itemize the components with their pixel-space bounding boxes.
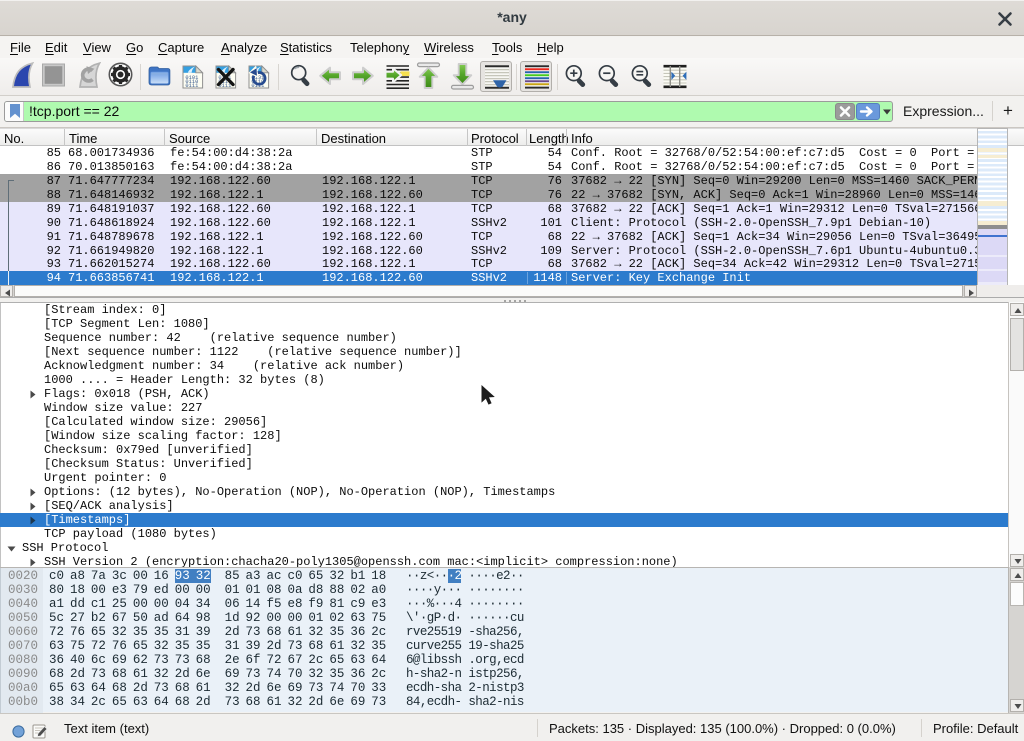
svg-text:0111: 0111 bbox=[185, 83, 198, 89]
